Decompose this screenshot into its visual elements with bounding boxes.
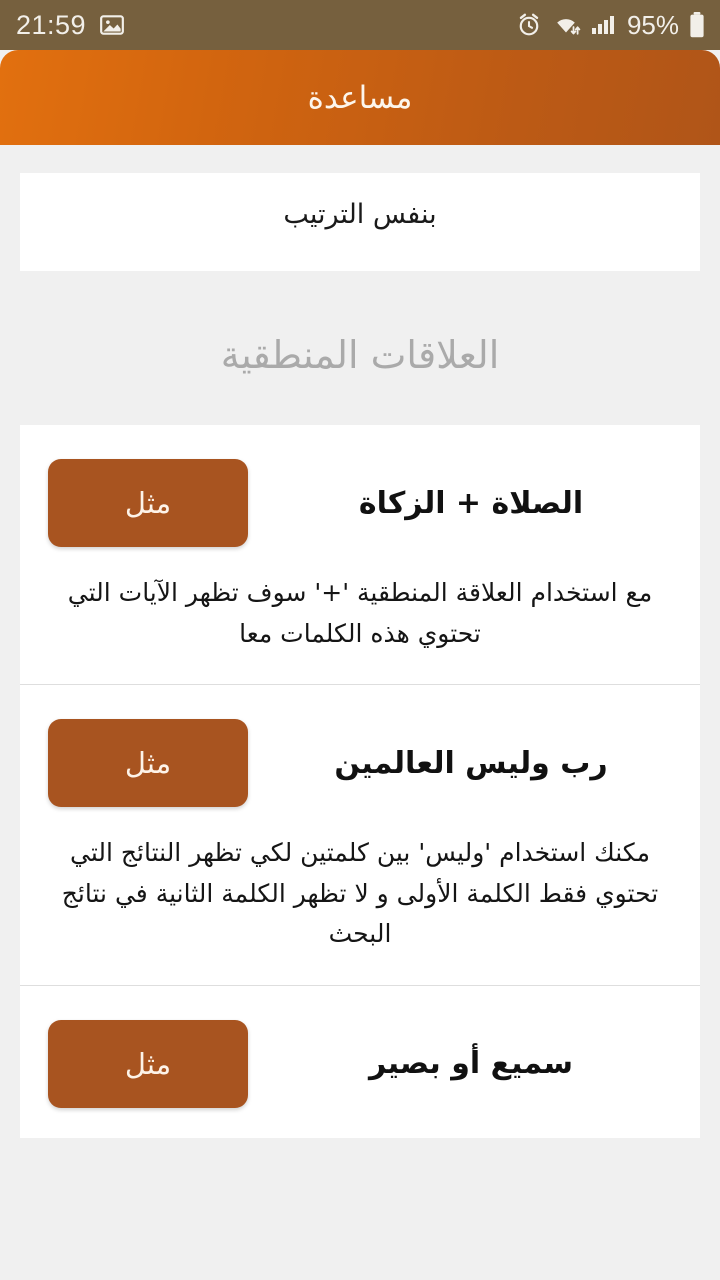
example-row: رب وليس العالمين مثل مكنك استخدام 'وليس'… — [20, 685, 700, 986]
example-title: رب وليس العالمين — [334, 745, 608, 781]
alarm-icon — [516, 12, 542, 38]
example-button[interactable]: مثل — [48, 1019, 248, 1108]
example-header: الصلاة + الزكاة مثل — [48, 459, 672, 547]
scroll-content[interactable]: بنفس الترتيب العلاقات المنطقية الصلاة + … — [0, 145, 720, 1138]
wifi-icon — [551, 12, 581, 38]
tail-card-text: بنفس الترتيب — [283, 199, 437, 230]
example-header: رب وليس العالمين مثل — [48, 719, 672, 807]
previous-section-tail-card: بنفس الترتيب — [20, 173, 700, 271]
example-button[interactable]: مثل — [48, 459, 248, 547]
page-title: مساعدة — [307, 79, 413, 116]
status-clock: 21:59 — [16, 9, 87, 40]
examples-card: الصلاة + الزكاة مثل مع استخدام العلاقة ا… — [20, 425, 700, 1138]
example-button[interactable]: مثل — [48, 719, 248, 807]
section-header-logical-relations: العلاقات المنطقية — [220, 333, 500, 377]
example-description: مكنك استخدام 'وليس' بين كلمتين لكي تظهر … — [61, 838, 659, 948]
example-description: مع استخدام العلاقة المنطقية '+' سوف تظهر… — [67, 578, 653, 648]
image-icon — [99, 12, 125, 38]
example-title: الصلاة + الزكاة — [358, 485, 584, 521]
status-bar-left: 21:59 — [16, 9, 125, 40]
app-bar: مساعدة — [0, 50, 720, 145]
status-bar: 21:59 95% — [0, 0, 720, 50]
signal-icon — [590, 12, 616, 38]
battery-icon — [688, 11, 706, 39]
example-title: سميع أو بصير — [369, 1046, 573, 1081]
example-row: سميع أو بصير مثل — [20, 986, 700, 1138]
example-header: سميع أو بصير مثل — [48, 1019, 672, 1108]
example-row: الصلاة + الزكاة مثل مع استخدام العلاقة ا… — [20, 425, 700, 685]
battery-percent-label: 95% — [626, 10, 679, 40]
status-bar-right: 95% — [516, 11, 706, 39]
